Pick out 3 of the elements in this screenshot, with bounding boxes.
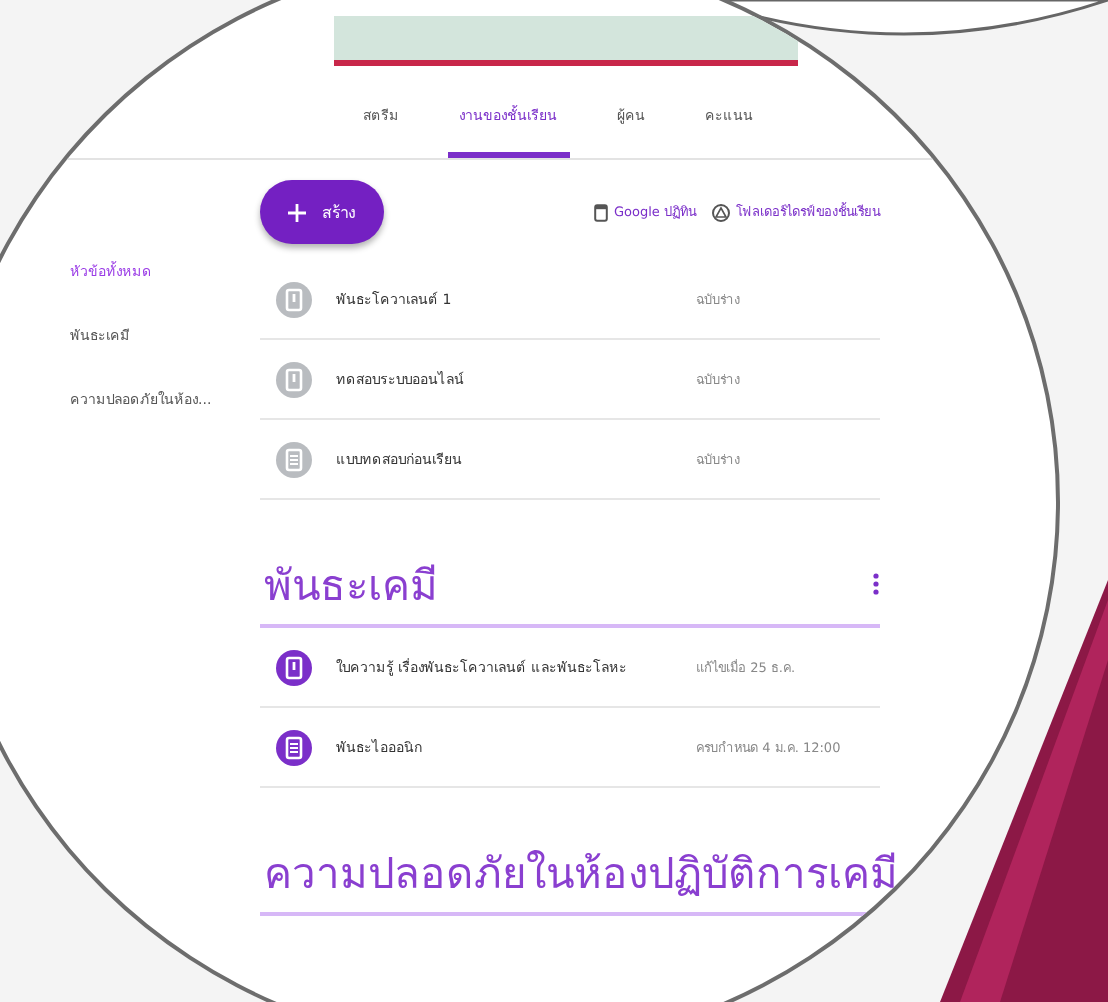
topic-heading: พันธะเคมี [264, 559, 438, 613]
create-button[interactable]: สร้าง [260, 180, 384, 244]
topic-heading: ความปลอดภัยในห้องปฏิบัติการเคมี [264, 847, 898, 901]
